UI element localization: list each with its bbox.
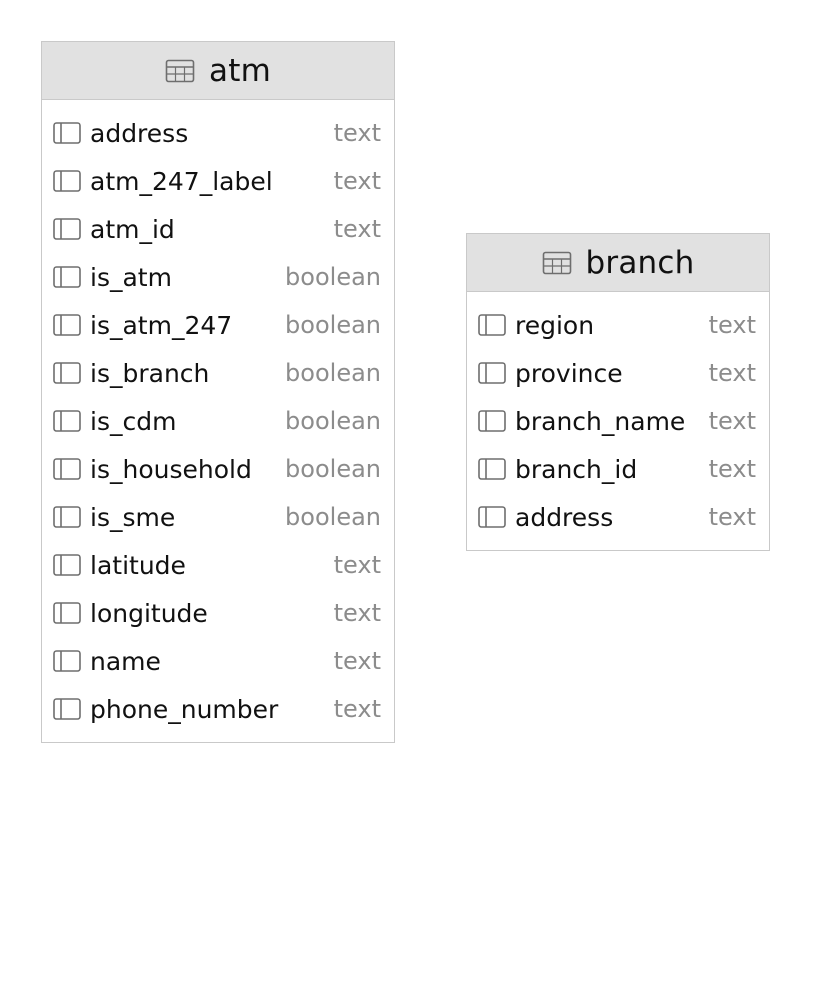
column-list: address text atm_247_label text atm_id t… bbox=[42, 100, 394, 733]
column-name: is_branch bbox=[90, 358, 210, 388]
table-branch[interactable]: branch region text province text branch_… bbox=[466, 233, 770, 551]
column-name: branch_id bbox=[515, 454, 638, 484]
column-type: text bbox=[333, 167, 381, 195]
column-name: address bbox=[90, 118, 189, 148]
column-name: atm_id bbox=[90, 214, 175, 244]
column-name: address bbox=[515, 502, 614, 532]
column-type: boolean bbox=[285, 503, 381, 531]
column-type: text bbox=[708, 407, 756, 435]
table-header[interactable]: atm bbox=[42, 42, 394, 100]
column-icon bbox=[53, 650, 81, 672]
column-row[interactable]: is_household boolean bbox=[42, 445, 394, 493]
column-type: boolean bbox=[285, 263, 381, 291]
column-row[interactable]: address text bbox=[42, 109, 394, 157]
column-name: is_atm_247 bbox=[90, 310, 233, 340]
table-atm[interactable]: atm address text atm_247_label text atm_… bbox=[41, 41, 395, 743]
column-icon bbox=[53, 170, 81, 192]
column-name: region bbox=[515, 310, 595, 340]
column-type: text bbox=[333, 695, 381, 723]
column-row[interactable]: longitude text bbox=[42, 589, 394, 637]
column-type: text bbox=[333, 599, 381, 627]
column-name: name bbox=[90, 646, 161, 676]
column-icon bbox=[53, 458, 81, 480]
column-name: phone_number bbox=[90, 694, 279, 724]
column-row[interactable]: is_sme boolean bbox=[42, 493, 394, 541]
column-icon bbox=[53, 602, 81, 624]
column-row[interactable]: is_cdm boolean bbox=[42, 397, 394, 445]
table-title: atm bbox=[209, 52, 271, 89]
column-row[interactable]: branch_id text bbox=[467, 445, 769, 493]
column-icon bbox=[53, 506, 81, 528]
column-row[interactable]: address text bbox=[467, 493, 769, 541]
column-row[interactable]: atm_id text bbox=[42, 205, 394, 253]
column-row[interactable]: phone_number text bbox=[42, 685, 394, 733]
column-icon bbox=[478, 506, 506, 528]
column-name: is_sme bbox=[90, 502, 176, 532]
column-type: boolean bbox=[285, 407, 381, 435]
column-type: boolean bbox=[285, 311, 381, 339]
column-name: longitude bbox=[90, 598, 208, 628]
column-icon bbox=[53, 218, 81, 240]
column-icon bbox=[478, 410, 506, 432]
column-icon bbox=[53, 122, 81, 144]
column-name: is_atm bbox=[90, 262, 172, 292]
column-name: is_cdm bbox=[90, 406, 177, 436]
column-type: text bbox=[333, 551, 381, 579]
column-name: atm_247_label bbox=[90, 166, 273, 196]
column-row[interactable]: is_atm_247 boolean bbox=[42, 301, 394, 349]
column-type: boolean bbox=[285, 359, 381, 387]
column-icon bbox=[478, 458, 506, 480]
column-type: text bbox=[333, 215, 381, 243]
table-title: branch bbox=[585, 244, 695, 281]
column-row[interactable]: region text bbox=[467, 301, 769, 349]
column-row[interactable]: is_atm boolean bbox=[42, 253, 394, 301]
column-icon bbox=[53, 554, 81, 576]
column-row[interactable]: latitude text bbox=[42, 541, 394, 589]
column-row[interactable]: name text bbox=[42, 637, 394, 685]
column-icon bbox=[478, 362, 506, 384]
column-type: text bbox=[708, 503, 756, 531]
column-icon bbox=[53, 314, 81, 336]
table-header[interactable]: branch bbox=[467, 234, 769, 292]
column-row[interactable]: is_branch boolean bbox=[42, 349, 394, 397]
column-list: region text province text branch_name te… bbox=[467, 292, 769, 541]
column-type: text bbox=[333, 119, 381, 147]
column-row[interactable]: branch_name text bbox=[467, 397, 769, 445]
column-icon bbox=[53, 266, 81, 288]
column-name: branch_name bbox=[515, 406, 686, 436]
column-type: text bbox=[708, 311, 756, 339]
column-row[interactable]: atm_247_label text bbox=[42, 157, 394, 205]
column-name: province bbox=[515, 358, 623, 388]
column-type: boolean bbox=[285, 455, 381, 483]
column-row[interactable]: province text bbox=[467, 349, 769, 397]
column-type: text bbox=[708, 455, 756, 483]
column-icon bbox=[53, 362, 81, 384]
column-icon bbox=[53, 698, 81, 720]
column-name: latitude bbox=[90, 550, 186, 580]
column-type: text bbox=[333, 647, 381, 675]
column-type: text bbox=[708, 359, 756, 387]
column-icon bbox=[478, 314, 506, 336]
column-name: is_household bbox=[90, 454, 252, 484]
table-icon bbox=[165, 59, 195, 82]
column-icon bbox=[53, 410, 81, 432]
table-icon bbox=[542, 251, 571, 274]
